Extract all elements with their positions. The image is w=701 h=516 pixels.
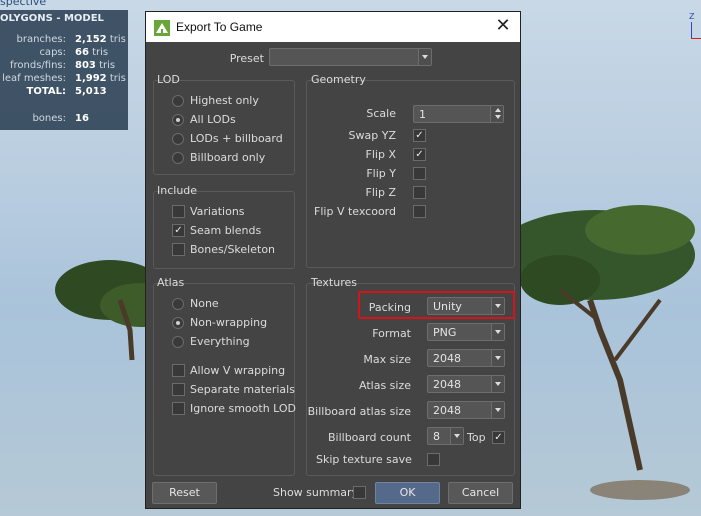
textures-group-title: Textures [311, 276, 357, 289]
reset-button[interactable]: Reset [152, 482, 217, 504]
stats-row-total: TOTAL: 5,013 [26, 86, 107, 97]
allow-v-wrapping-checkbox[interactable] [172, 364, 185, 377]
lod-radio-all-lods[interactable] [172, 114, 184, 126]
stats-row-bones: bones: 16 [32, 113, 89, 124]
dialog-title: Export To Game [176, 20, 263, 34]
lod-option-label: Highest only [190, 94, 259, 107]
top-checkbox[interactable]: ✓ [492, 431, 505, 444]
swap-yz-label: Swap YZ [348, 129, 396, 142]
include-group-title: Include [157, 184, 198, 197]
format-label: Format [372, 327, 411, 340]
scale-label: Scale [366, 107, 396, 120]
variations-label: Variations [190, 205, 245, 218]
chevron-down-icon [450, 428, 463, 444]
atlas-size-dropdown[interactable]: 2048 [427, 375, 505, 393]
allow-v-wrapping-label: Allow V wrapping [190, 364, 286, 377]
polygon-stats-title: OLYGONS - MODEL [0, 13, 104, 24]
polygon-stats-panel: OLYGONS - MODEL branches: 2,152 tris cap… [0, 10, 128, 130]
seam-blends-checkbox[interactable]: ✓ [172, 224, 185, 237]
chevron-down-icon [491, 376, 504, 392]
geometry-group-title: Geometry [311, 73, 366, 86]
scale-spinbox[interactable]: 1 [413, 105, 504, 123]
billboard-count-dropdown[interactable]: 8 [427, 427, 464, 445]
lod-option-label: All LODs [190, 113, 236, 126]
ignore-smooth-lod-checkbox[interactable] [172, 402, 185, 415]
flip-x-checkbox[interactable]: ✓ [413, 148, 426, 161]
chevron-down-icon [491, 350, 504, 366]
skip-texture-save-label: Skip texture save [316, 453, 412, 466]
flip-z-checkbox[interactable] [413, 186, 426, 199]
lod-radio-highest-only[interactable] [172, 95, 184, 107]
viewport-perspective-label: spective [0, 0, 47, 8]
flip-z-label: Flip Z [365, 186, 396, 199]
preset-dropdown[interactable] [269, 48, 432, 66]
top-label: Top [467, 431, 486, 444]
flip-y-checkbox[interactable] [413, 167, 426, 180]
skip-texture-save-checkbox[interactable] [427, 453, 440, 466]
format-dropdown[interactable]: PNG [427, 323, 505, 341]
atlas-group-title: Atlas [157, 276, 185, 289]
lod-option-label: LODs + billboard [190, 132, 283, 145]
billboard-atlas-size-label: Billboard atlas size [307, 405, 411, 418]
atlas-radio-none[interactable] [172, 298, 184, 310]
flip-y-label: Flip Y [366, 167, 396, 180]
lod-radio-billboard-only[interactable] [172, 152, 184, 164]
export-to-game-dialog: Export To Game ✕ Preset LOD Highest only… [145, 11, 521, 509]
stats-row-branches: branches: 2,152 tris [16, 34, 126, 45]
packing-label: Packing [368, 301, 411, 314]
speedtree-logo-icon [154, 20, 170, 36]
ok-button[interactable]: OK [375, 482, 440, 504]
variations-checkbox[interactable] [172, 205, 185, 218]
billboard-count-label: Billboard count [327, 431, 411, 444]
stats-row-caps: caps: 66 tris [39, 47, 109, 58]
ignore-smooth-lod-label: Ignore smooth LOD [190, 402, 297, 415]
atlas-radio-everything[interactable] [172, 336, 184, 348]
bones-skeleton-checkbox[interactable] [172, 243, 185, 256]
swap-yz-checkbox[interactable]: ✓ [413, 129, 426, 142]
atlas-group [153, 283, 295, 476]
bones-skeleton-label: Bones/Skeleton [190, 243, 276, 256]
separate-materials-label: Separate materials [190, 383, 295, 396]
packing-dropdown[interactable]: Unity [427, 297, 505, 315]
flip-v-texcoord-checkbox[interactable] [413, 205, 426, 218]
max-size-label: Max size [363, 353, 411, 366]
stats-row-fronds: fronds/fins: 803 tris [9, 60, 116, 71]
cancel-button[interactable]: Cancel [448, 482, 513, 504]
separate-materials-checkbox[interactable] [172, 383, 185, 396]
stats-row-leaf-meshes: leaf meshes: 1,992 tris [2, 73, 126, 84]
dialog-titlebar[interactable]: Export To Game ✕ [146, 12, 520, 42]
lod-option-label: Billboard only [190, 151, 266, 164]
lod-group-title: LOD [157, 73, 180, 86]
atlas-option-label: Non-wrapping [190, 316, 268, 329]
show-summary-checkbox[interactable] [353, 486, 366, 499]
close-icon[interactable]: ✕ [494, 17, 512, 35]
atlas-option-label: None [190, 297, 219, 310]
seam-blends-label: Seam blends [190, 224, 262, 237]
atlas-radio-non-wrapping[interactable] [172, 317, 184, 329]
flip-v-texcoord-label: Flip V texcoord [314, 205, 396, 218]
atlas-option-label: Everything [190, 335, 250, 348]
spin-arrows-icon[interactable] [490, 106, 503, 122]
atlas-size-label: Atlas size [359, 379, 411, 392]
show-summary-label: Show summary [273, 486, 359, 499]
axis-gizmo-icon: Z [685, 12, 701, 40]
max-size-dropdown[interactable]: 2048 [427, 349, 505, 367]
billboard-atlas-size-dropdown[interactable]: 2048 [427, 401, 505, 419]
chevron-down-icon [491, 298, 504, 314]
chevron-down-icon [418, 49, 431, 65]
chevron-down-icon [491, 402, 504, 418]
preset-label: Preset [229, 52, 264, 65]
chevron-down-icon [491, 324, 504, 340]
lod-radio-lods-billboard[interactable] [172, 133, 184, 145]
flip-x-label: Flip X [365, 148, 396, 161]
